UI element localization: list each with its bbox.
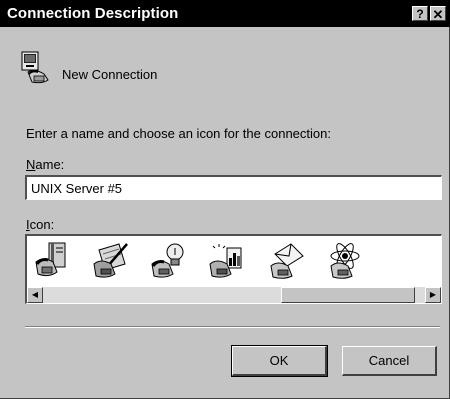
- phone-chart-icon[interactable]: [207, 240, 247, 280]
- window-title: Connection Description: [7, 5, 179, 22]
- connection-phone-icon: [21, 51, 49, 84]
- phone-atom-icon[interactable]: [323, 240, 363, 280]
- phone-pen-icon[interactable]: [91, 240, 131, 280]
- icon-label: Icon:: [26, 217, 54, 232]
- connection-description-dialog: Connection Description ? ✕ New Connectio…: [0, 0, 450, 399]
- close-button[interactable]: ✕: [430, 6, 446, 22]
- name-access-key: N: [26, 157, 36, 172]
- help-button[interactable]: ?: [412, 6, 428, 21]
- scroll-right-button[interactable]: ▶: [425, 287, 441, 303]
- icon-label-text: con:: [29, 217, 55, 232]
- scroll-thumb[interactable]: [281, 287, 415, 303]
- separator-line: [25, 326, 440, 328]
- scroll-left-button[interactable]: ◀: [27, 287, 43, 303]
- phone-book-icon[interactable]: [33, 240, 73, 280]
- name-input[interactable]: [25, 175, 442, 200]
- connection-name-display: New Connection: [62, 67, 158, 82]
- icon-list[interactable]: ◀ ▶: [25, 234, 442, 304]
- name-label: Name:: [26, 157, 64, 172]
- instruction-text: Enter a name and choose an icon for the …: [26, 126, 331, 141]
- name-label-text: ame:: [35, 157, 65, 172]
- cancel-button[interactable]: Cancel: [342, 346, 437, 376]
- icon-list-scrollbar[interactable]: ◀ ▶: [27, 287, 441, 303]
- phone-envelope-icon[interactable]: [265, 240, 305, 280]
- ok-button[interactable]: OK: [231, 345, 328, 377]
- title-bar[interactable]: Connection Description ? ✕: [0, 0, 450, 27]
- phone-bulb-icon[interactable]: [149, 240, 189, 280]
